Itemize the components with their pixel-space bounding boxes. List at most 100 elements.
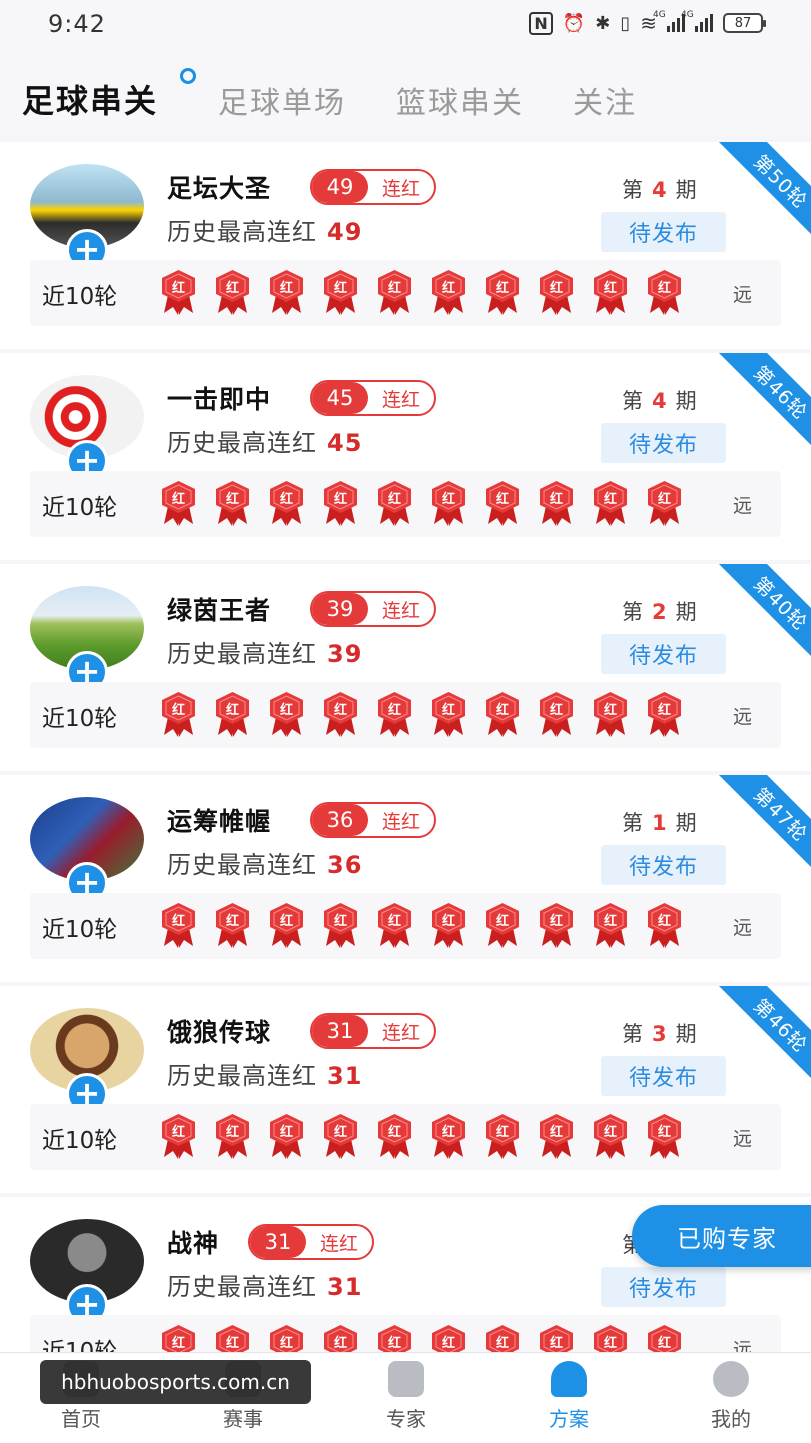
red-medal-icon: 红: [646, 269, 683, 315]
medal-text: 红: [333, 914, 347, 929]
period-info: 第1期: [622, 807, 698, 837]
streak-count: 39: [312, 593, 368, 625]
red-medal-icon: 红: [376, 691, 413, 737]
publish-status-button[interactable]: 待发布: [601, 212, 726, 252]
streak-count: 36: [312, 804, 368, 836]
round-ribbon-text: 第40轮: [749, 572, 811, 635]
recent-medals: 红 红 红 红 红 红 红 红 红 红: [160, 480, 683, 526]
publish-status-button[interactable]: 待发布: [601, 1267, 726, 1307]
medal-text: 红: [495, 703, 509, 718]
red-medal-icon: 红: [376, 480, 413, 526]
medal-text: 红: [657, 703, 671, 718]
red-medal-icon: 红: [376, 1324, 413, 1353]
medal-text: 红: [333, 703, 347, 718]
medal-text: 红: [279, 914, 293, 929]
red-medal-icon: 红: [484, 1113, 521, 1159]
medal-text: 红: [171, 1336, 185, 1351]
red-medal-icon: 红: [160, 1324, 197, 1353]
medal-text: 红: [441, 281, 455, 296]
red-medal-icon: 红: [322, 269, 359, 315]
period-number: 3: [652, 1022, 668, 1046]
medal-text: 红: [603, 914, 617, 929]
red-medal-icon: 红: [268, 1324, 305, 1353]
status-icons: N ⏰ ✱ ▯ ≋ 4G 4G 87: [529, 10, 766, 35]
medal-text: 红: [441, 1336, 455, 1351]
medal-text: 红: [603, 703, 617, 718]
publish-status-button[interactable]: 待发布: [601, 1056, 726, 1096]
medal-text: 红: [171, 703, 185, 718]
battery-icon: 87: [723, 13, 766, 33]
red-medal-icon: 红: [538, 1113, 575, 1159]
recent-rounds-row: 近10轮 红 红 红 红 红 红 红 红 红 红 远: [30, 260, 781, 326]
recent-rounds-row: 近10轮 红 红 红 红 红 红 红 红 红 红 远: [30, 893, 781, 959]
tab-follow[interactable]: 关注: [573, 78, 637, 122]
expert-card[interactable]: + 足坛大圣 49 连红 历史最高连红 49 第4期 待发布 第50轮 近10轮 …: [0, 142, 811, 349]
red-medal-icon: 红: [214, 691, 251, 737]
red-medal-icon: 红: [160, 691, 197, 737]
tab-basketball-parlay[interactable]: 篮球串关: [396, 78, 524, 122]
medal-text: 红: [549, 1336, 563, 1351]
red-medal-icon: 红: [376, 269, 413, 315]
history-value: 36: [327, 851, 363, 879]
nav-item-plans[interactable]: 方案: [524, 1361, 614, 1432]
recent-medals: 红 红 红 红 红 红 红 红 红 红: [160, 269, 683, 315]
publish-status-button[interactable]: 待发布: [601, 634, 726, 674]
medal-text: 红: [333, 492, 347, 507]
nav-label-matches: 赛事: [223, 1407, 263, 1431]
red-medal-icon: 红: [538, 480, 575, 526]
red-medal-icon: 红: [646, 902, 683, 948]
nav-item-experts[interactable]: 专家: [361, 1361, 451, 1432]
publish-status-button[interactable]: 待发布: [601, 423, 726, 463]
period-suffix: 期: [675, 600, 698, 624]
expert-name: 一击即中: [167, 385, 272, 414]
streak-label: 连红: [381, 177, 420, 200]
expert-card[interactable]: + 一击即中 45 连红 历史最高连红 45 第4期 待发布 第46轮 近10轮 …: [0, 353, 811, 560]
purchased-experts-button[interactable]: 已购专家: [632, 1205, 811, 1267]
nav-item-mine[interactable]: 我的: [686, 1361, 776, 1432]
round-ribbon-text: 第46轮: [749, 361, 811, 424]
recent-rounds-label: 近10轮: [42, 495, 118, 521]
network-type-label: 4G: [653, 10, 666, 20]
red-medal-icon: 红: [592, 902, 629, 948]
medal-text: 红: [657, 492, 671, 507]
medal-text: 红: [387, 281, 401, 296]
publish-status-button[interactable]: 待发布: [601, 845, 726, 885]
alarm-icon: ⏰: [562, 12, 586, 34]
medal-text: 红: [495, 914, 509, 929]
medal-text: 红: [549, 1125, 563, 1140]
streak-count: 49: [312, 171, 368, 203]
medal-text: 红: [225, 492, 239, 507]
tab-active-dot-icon: [180, 68, 196, 84]
tab-football-single[interactable]: 足球单场: [218, 78, 346, 122]
history-best: 历史最高连红 31: [167, 1267, 362, 1302]
streak-badge: 49 连红: [310, 169, 436, 205]
medal-text: 红: [387, 703, 401, 718]
red-medal-icon: 红: [268, 691, 305, 737]
period-prefix: 第: [622, 178, 644, 202]
red-medal-icon: 红: [268, 269, 305, 315]
streak-label: 连红: [381, 1021, 420, 1044]
streak-badge: 36 连红: [310, 802, 436, 838]
recent-rounds-label: 近10轮: [42, 1339, 118, 1353]
red-medal-icon: 红: [538, 691, 575, 737]
medal-text: 红: [603, 1336, 617, 1351]
profile-icon: [713, 1361, 749, 1397]
recent-rounds-row: 近10轮 红 红 红 红 红 红 红 红 红 红 远: [30, 471, 781, 537]
signal-icon-2: 4G: [681, 10, 713, 32]
streak-label: 连红: [381, 599, 420, 622]
red-medal-icon: 红: [376, 902, 413, 948]
history-best: 历史最高连红 39: [167, 634, 362, 669]
expert-card[interactable]: + 饿狼传球 31 连红 历史最高连红 31 第3期 待发布 第46轮 近10轮 …: [0, 986, 811, 1193]
period-prefix: 第: [622, 811, 644, 835]
streak-label: 连红: [381, 388, 420, 411]
red-medal-icon: 红: [646, 1324, 683, 1353]
medal-text: 红: [279, 492, 293, 507]
medal-text: 红: [657, 1125, 671, 1140]
red-medal-icon: 红: [484, 480, 521, 526]
expert-card[interactable]: + 运筹帷幄 36 连红 历史最高连红 36 第1期 待发布 第47轮 近10轮 …: [0, 775, 811, 982]
expert-name: 运筹帷幄: [167, 807, 272, 836]
expert-card[interactable]: + 绿茵王者 39 连红 历史最高连红 39 第2期 待发布 第40轮 近10轮 …: [0, 564, 811, 771]
red-medal-icon: 红: [592, 1324, 629, 1353]
tab-football-parlay[interactable]: 足球串关: [22, 76, 158, 122]
red-medal-icon: 红: [538, 902, 575, 948]
